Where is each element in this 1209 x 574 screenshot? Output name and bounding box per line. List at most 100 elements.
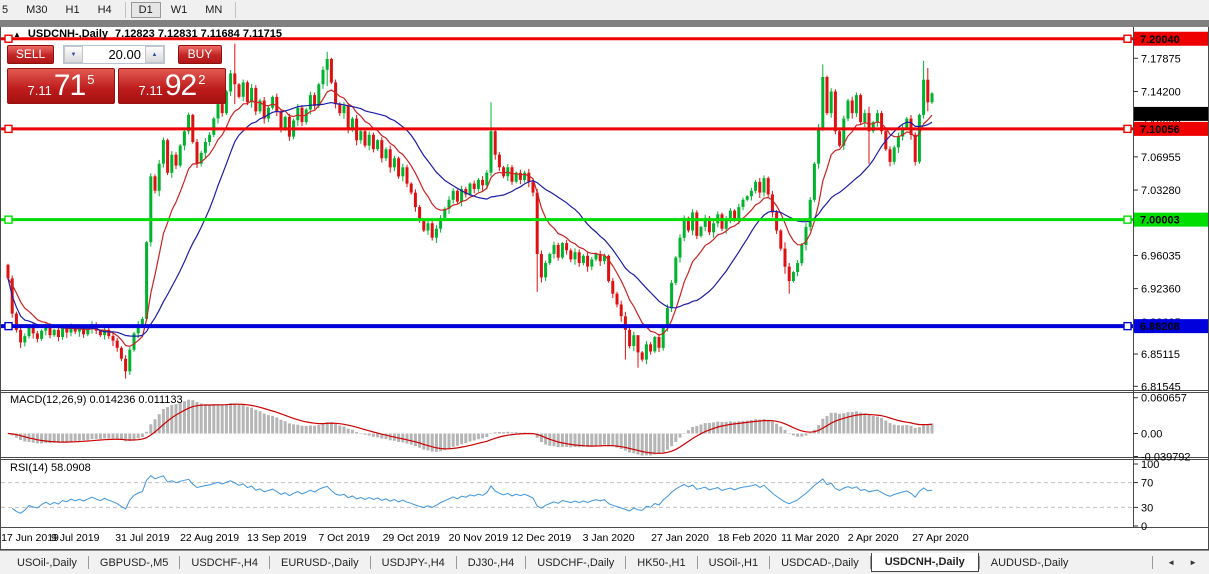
timeframe-button-5[interactable]: 5 <box>0 2 16 18</box>
chart-tab[interactable]: USDCAD-,Daily <box>770 553 870 573</box>
tab-divider <box>1152 556 1154 569</box>
candle-body <box>19 329 23 343</box>
candle-body <box>216 104 220 119</box>
price-axis-label: 6.85115 <box>1141 349 1180 361</box>
price-axis-label: 6.96035 <box>1141 250 1181 262</box>
chart-tab[interactable]: DJ30-,H4 <box>457 553 525 573</box>
macd-bar <box>867 414 871 434</box>
level-line-anchor[interactable] <box>4 321 13 331</box>
macd-bar <box>720 421 724 434</box>
candle-body <box>266 107 270 119</box>
sell-price-prefix: 7.11 <box>27 83 52 98</box>
macd-bar <box>539 433 543 442</box>
date-axis-label: 20 Nov 2019 <box>449 532 509 544</box>
candle-body <box>317 84 321 106</box>
date-axis-label: 9 Jul 2019 <box>51 532 100 544</box>
macd-bar <box>502 432 506 434</box>
volume-decrease-button[interactable]: ▼ <box>64 46 83 63</box>
macd-bar <box>271 415 275 434</box>
candle-body <box>426 223 430 231</box>
timeframe-button-m30[interactable]: M30 <box>18 2 55 18</box>
buy-price-prefix: 7.11 <box>138 83 163 98</box>
macd-bar <box>220 404 224 434</box>
level-line-anchor[interactable] <box>4 124 13 134</box>
candle-body <box>434 228 438 238</box>
sell-price-panel[interactable]: 7.11 71 5 <box>7 68 115 104</box>
chart-tab[interactable]: USDCHF-,Daily <box>526 553 625 573</box>
chart-tab[interactable]: USDJPY-,H4 <box>371 553 456 573</box>
macd-bar <box>426 433 430 451</box>
candle-body <box>371 134 375 150</box>
macd-bar <box>581 433 585 447</box>
chart-tab[interactable]: GBPUSD-,M5 <box>89 553 179 573</box>
candle-body <box>821 77 825 128</box>
buy-button[interactable]: BUY <box>178 45 222 64</box>
candle-body <box>161 140 165 164</box>
macd-bar <box>628 433 632 453</box>
volume-input[interactable] <box>83 46 145 63</box>
macd-bar <box>317 425 321 434</box>
macd-bar <box>598 433 602 446</box>
timeframe-button-h4[interactable]: H4 <box>90 2 120 18</box>
timeframe-button-w1[interactable]: W1 <box>163 2 196 18</box>
candle-body <box>367 134 371 146</box>
candle-body <box>695 212 699 236</box>
macd-bar <box>695 425 699 434</box>
timeframe-button-d1[interactable]: D1 <box>130 2 161 18</box>
volume-increase-button[interactable]: ▲ <box>145 46 164 63</box>
macd-bar <box>913 427 917 434</box>
level-line-anchor[interactable] <box>4 34 13 43</box>
level-line-anchor[interactable] <box>1123 34 1132 43</box>
buy-price-panel[interactable]: 7.11 92 2 <box>118 68 226 104</box>
tab-scroll-right-icon[interactable]: ► <box>1189 558 1197 567</box>
timeframe-button-mn[interactable]: MN <box>197 2 230 18</box>
candle-body <box>518 172 522 180</box>
date-axis-label: 27 Jan 2020 <box>651 532 709 544</box>
sell-button[interactable]: SELL <box>7 45 54 64</box>
candle-body <box>758 181 762 193</box>
candle-body <box>287 116 291 137</box>
candle-body <box>308 95 312 110</box>
candle-body <box>52 329 56 336</box>
macd-bar <box>724 421 728 434</box>
macd-bar <box>901 425 905 434</box>
chart-tab[interactable]: HK50-,H1 <box>626 553 696 573</box>
macd-bar <box>707 422 711 434</box>
macd-bar <box>896 425 900 434</box>
tab-scroll-left-icon[interactable]: ◄ <box>1167 558 1175 567</box>
timeframe-button-h1[interactable]: H1 <box>58 2 88 18</box>
macd-bar <box>90 433 94 440</box>
sell-price-big: 71 <box>53 69 86 102</box>
macd-bar <box>892 424 896 434</box>
candle-body <box>535 192 539 254</box>
chart-tab[interactable]: EURUSD-,Daily <box>270 553 370 573</box>
chart-tab[interactable]: USOil-,H1 <box>698 553 770 573</box>
level-line-anchor[interactable] <box>4 215 13 224</box>
candle-body <box>594 254 598 260</box>
candle-body <box>220 104 224 114</box>
rsi-axis-label: 70 <box>1141 478 1153 490</box>
macd-bar <box>145 431 149 434</box>
candle-body <box>384 149 388 159</box>
level-line-anchor[interactable] <box>1123 321 1132 331</box>
chart-collapse-icon[interactable]: ▲ <box>13 30 21 39</box>
price-axis-label: 7.06955 <box>1141 152 1181 164</box>
chart-tab[interactable]: USOil-,Daily <box>6 553 88 573</box>
level-line-anchor[interactable] <box>1123 215 1132 224</box>
level-price-label: 6.88208 <box>1140 321 1180 333</box>
chart-tab[interactable]: AUDUSD-,Daily <box>980 553 1080 573</box>
candle-body <box>590 259 594 267</box>
candle-body <box>544 263 548 278</box>
macd-bar <box>476 433 480 440</box>
candle-body <box>917 114 921 162</box>
chart-tab[interactable]: USDCHF-,H4 <box>180 553 269 573</box>
level-line-anchor[interactable] <box>1123 124 1132 134</box>
chart-tab[interactable]: USDCNH-,Daily <box>870 552 979 572</box>
candle-body <box>35 333 39 339</box>
candle-body <box>476 179 480 189</box>
macd-axis-label: 0.060657 <box>1141 393 1187 405</box>
macd-bar <box>233 403 237 434</box>
macd-bar <box>846 412 850 434</box>
candle-body <box>271 96 275 108</box>
macd-bar <box>69 433 73 442</box>
